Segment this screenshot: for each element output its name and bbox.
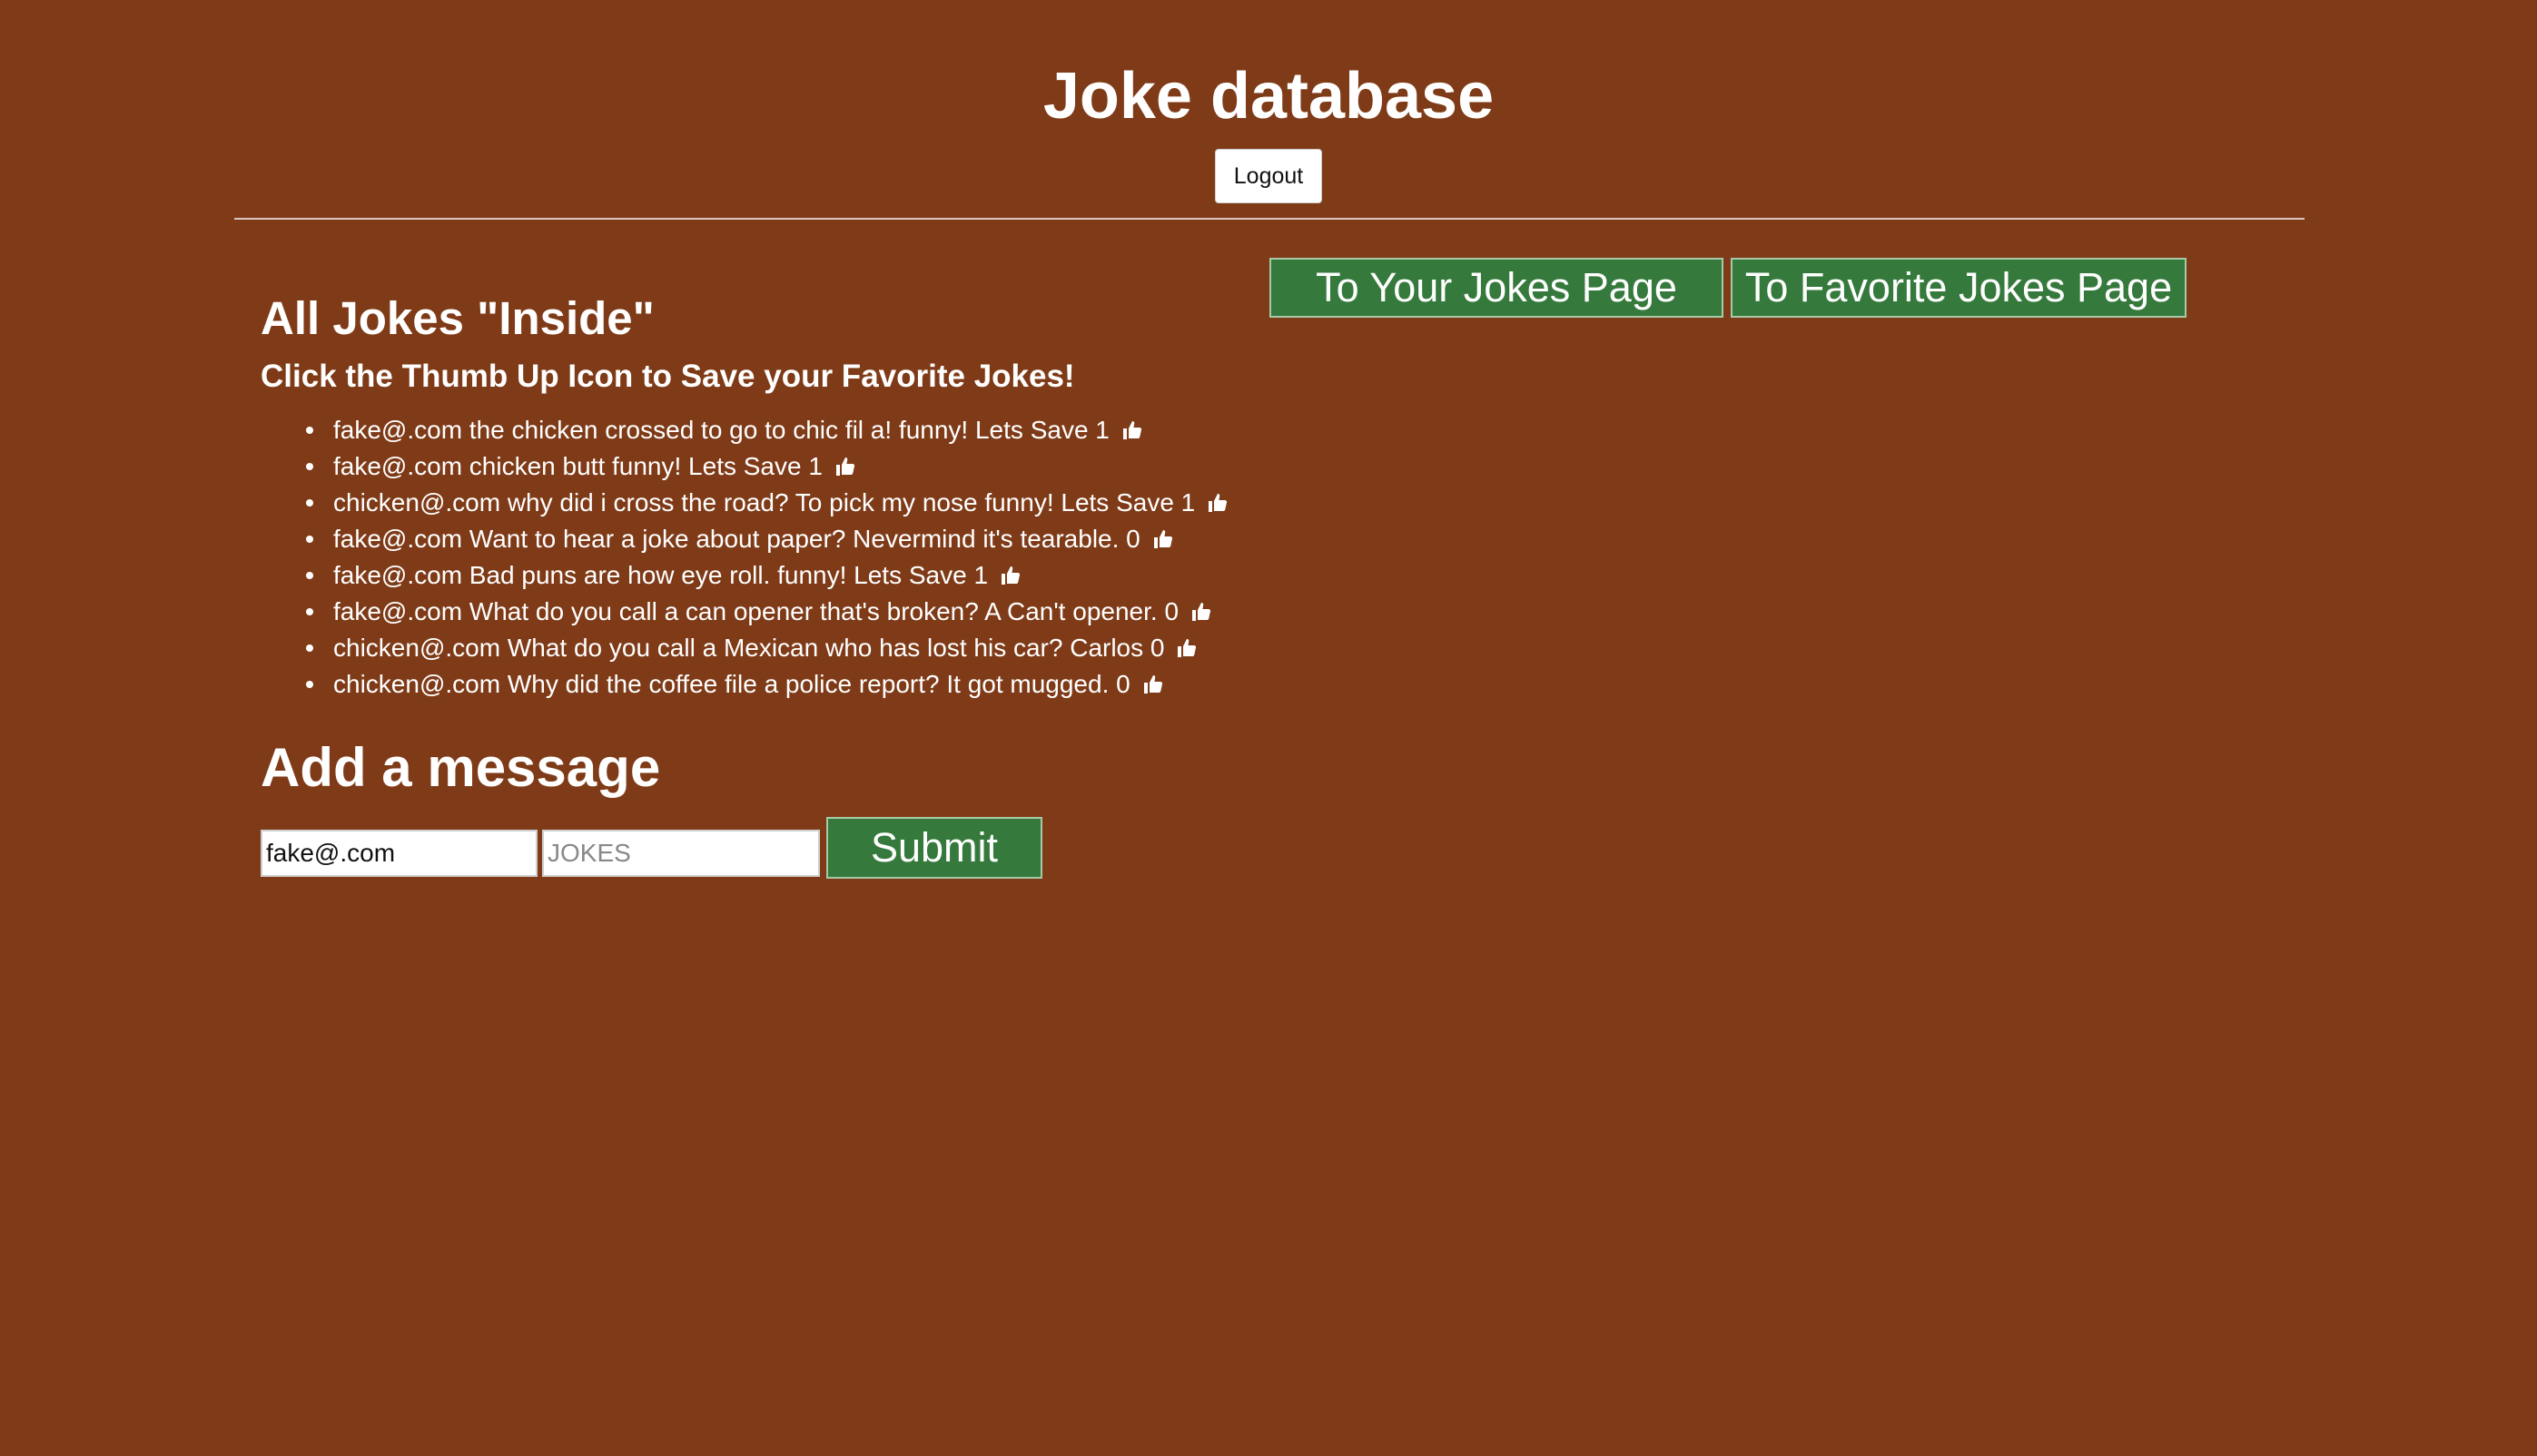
thumbs-up-icon[interactable]	[835, 456, 857, 477]
joke-list-item: fake@.com the chicken crossed to go to c…	[261, 412, 1350, 448]
joke-list-item: chicken@.com why did i cross the road? T…	[261, 485, 1350, 521]
bullet-dot	[306, 644, 313, 652]
joke-list-item: fake@.com Want to hear a joke about pape…	[261, 521, 1350, 557]
page-title: Joke database	[1042, 60, 1495, 133]
add-message-title: Add a message	[261, 737, 661, 798]
submit-button[interactable]: Submit	[826, 817, 1042, 879]
joke-text: chicken@.com What do you call a Mexican …	[333, 634, 1165, 662]
joke-list-item: fake@.com chicken butt funny! Lets Save …	[261, 448, 1350, 485]
bullet-dot	[306, 572, 313, 579]
favorite-jokes-page-button[interactable]: To Favorite Jokes Page	[1731, 258, 2187, 318]
joke-text: fake@.com Want to hear a joke about pape…	[333, 525, 1140, 553]
joke-text: chicken@.com why did i cross the road? T…	[333, 488, 1196, 516]
joke-text: fake@.com What do you call a can opener …	[333, 597, 1180, 625]
joke-list-item: chicken@.com What do you call a Mexican …	[261, 630, 1350, 666]
joke-text: chicken@.com Why did the coffee file a p…	[333, 670, 1130, 698]
thumbs-up-icon[interactable]	[1191, 601, 1213, 623]
thumbs-up-icon[interactable]	[1208, 492, 1229, 514]
logout-button[interactable]: Logout	[1215, 149, 1322, 203]
joke-list-item: fake@.com What do you call a can opener …	[261, 594, 1350, 630]
bullet-dot	[306, 608, 313, 615]
joke-input[interactable]	[542, 830, 820, 877]
bullet-dot	[306, 463, 313, 470]
thumbs-up-icon[interactable]	[1177, 637, 1199, 659]
bullet-dot	[306, 536, 313, 543]
bullet-dot	[306, 427, 313, 434]
header-divider	[234, 218, 2305, 220]
joke-text: fake@.com the chicken crossed to go to c…	[333, 416, 1110, 444]
thumbs-up-icon[interactable]	[1001, 565, 1022, 586]
thumbs-up-icon[interactable]	[1153, 528, 1175, 550]
thumbs-up-icon[interactable]	[1122, 419, 1144, 441]
joke-list: fake@.com the chicken crossed to go to c…	[261, 412, 1350, 703]
bullet-dot	[306, 681, 313, 688]
thumbs-up-icon[interactable]	[1143, 674, 1165, 695]
bullet-dot	[306, 499, 313, 507]
all-jokes-title: All Jokes "Inside"	[261, 292, 655, 344]
joke-list-item: fake@.com Bad puns are how eye roll. fun…	[261, 557, 1350, 594]
joke-text: fake@.com Bad puns are how eye roll. fun…	[333, 561, 989, 589]
your-jokes-page-button[interactable]: To Your Jokes Page	[1269, 258, 1723, 318]
favorite-instruction: Click the Thumb Up Icon to Save your Fav…	[261, 359, 1075, 394]
email-input[interactable]	[261, 830, 538, 877]
joke-text: fake@.com chicken butt funny! Lets Save …	[333, 452, 823, 480]
joke-list-item: chicken@.com Why did the coffee file a p…	[261, 666, 1350, 703]
